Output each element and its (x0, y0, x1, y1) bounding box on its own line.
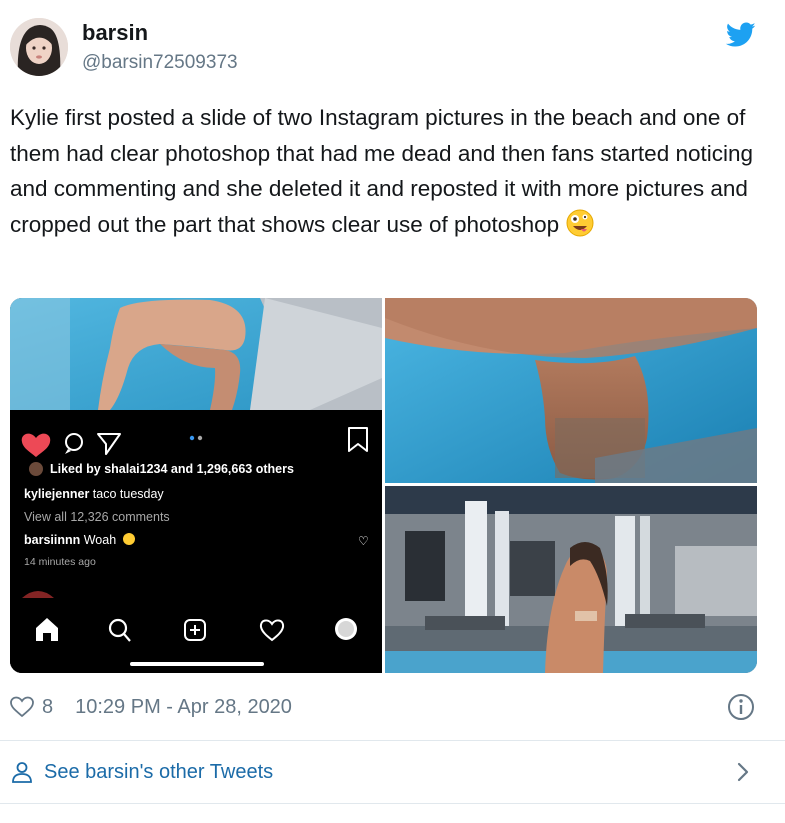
divider (0, 740, 785, 741)
comment-time: 14 minutes ago (24, 556, 96, 568)
author-name[interactable]: barsin (82, 20, 148, 46)
instagram-caption: kyliejenner taco tuesday (24, 487, 164, 501)
comment-user[interactable]: barsiinnn (24, 533, 80, 547)
instagram-screenshot-image[interactable]: Liked by shalai1234 and 1,296,663 others… (10, 298, 382, 673)
media-grid[interactable]: Liked by shalai1234 and 1,296,663 others… (10, 298, 757, 673)
grimacing-emoji-icon (122, 533, 135, 545)
patio-pool-image[interactable] (385, 486, 757, 673)
see-other-tweets-link[interactable]: See barsin's other Tweets (10, 757, 273, 787)
likes-and: and (167, 462, 197, 476)
likes-count[interactable]: 1,296,663 others (197, 462, 294, 476)
info-icon[interactable] (726, 692, 756, 722)
instagram-likes-line: Liked by shalai1234 and 1,296,663 others (38, 462, 294, 476)
chevron-right-icon[interactable] (734, 761, 752, 783)
likes-prefix: Liked by (50, 462, 105, 476)
liked-user[interactable]: shalai1234 (104, 462, 167, 476)
caption-user[interactable]: kyliejenner (24, 487, 89, 501)
tweet-meta: 8 10:29 PM - Apr 28, 2020 (10, 693, 292, 721)
comment-text: Woah (80, 533, 117, 547)
tweet-text: Kylie first posted a slide of two Instag… (10, 100, 770, 242)
view-all-comments[interactable]: View all 12,326 comments (24, 510, 170, 524)
like-heart-icon[interactable] (10, 696, 34, 718)
see-other-tweets-label[interactable]: See barsin's other Tweets (44, 761, 273, 784)
twitter-bird-icon[interactable] (725, 22, 756, 48)
pool-closeup-image[interactable] (385, 298, 757, 483)
avatar[interactable] (10, 18, 68, 76)
caption-text: taco tuesday (89, 487, 164, 501)
tweet-timestamp[interactable]: 10:29 PM - Apr 28, 2020 (75, 696, 292, 719)
instagram-comment: barsiinnn Woah (24, 533, 135, 547)
embedded-tweet: barsin @barsin72509373 Kylie first poste… (0, 0, 785, 823)
like-count[interactable]: 8 (42, 696, 53, 719)
zany-face-emoji-icon (565, 208, 595, 238)
bottom-divider (0, 803, 785, 804)
tweet-text-content: Kylie first posted a slide of two Instag… (10, 105, 754, 237)
person-icon (10, 760, 34, 784)
author-handle[interactable]: @barsin72509373 (82, 52, 238, 74)
comment-heart-icon[interactable]: ♡ (358, 534, 369, 548)
